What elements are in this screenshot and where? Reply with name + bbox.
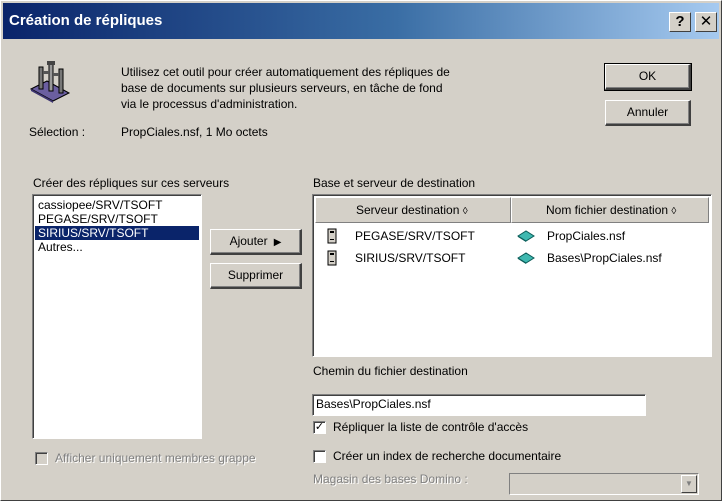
arrow-right-icon: ▶ xyxy=(270,237,282,248)
cancel-button[interactable]: Annuler xyxy=(605,100,691,126)
remove-button[interactable]: Supprimer xyxy=(210,263,302,289)
table-row[interactable]: PEGASE/SRV/TSOFT PropCiales.nsf xyxy=(315,225,719,247)
column-header-server[interactable]: Serveur destination ◊ xyxy=(315,197,511,223)
description-line-3: via le processus d'administration. xyxy=(121,97,298,111)
server-item-selected[interactable]: SIRIUS/SRV/TSOFT xyxy=(35,226,199,240)
replicate-acl-label: Répliquer la liste de contrôle d'accès xyxy=(333,420,529,434)
help-button[interactable]: ? xyxy=(669,12,691,32)
domino-store-label: Magasin des bases Domino : xyxy=(313,472,468,486)
replica-dialog: Création de répliques ? ✕ Utilisez cet o… xyxy=(0,0,722,501)
path-input[interactable]: Bases\PropCiales.nsf xyxy=(312,394,646,416)
server-icon xyxy=(327,250,337,269)
column-header-file-label: Nom fichier destination xyxy=(546,203,669,217)
table-row[interactable]: SIRIUS/SRV/TSOFT Bases\PropCiales.nsf xyxy=(315,247,719,269)
add-button[interactable]: Ajouter ▶ xyxy=(210,229,302,255)
domino-store-select[interactable]: ▼ xyxy=(509,473,699,495)
chevron-down-icon[interactable]: ▼ xyxy=(681,475,697,493)
description-line-2: base de documents sur plusieurs serveurs… xyxy=(121,81,443,95)
close-button[interactable]: ✕ xyxy=(695,12,717,32)
column-header-file[interactable]: Nom fichier destination ◊ xyxy=(511,197,709,223)
path-label: Chemin du fichier destination xyxy=(313,364,468,378)
destination-label: Base et serveur de destination xyxy=(313,176,476,190)
table-cell-file: PropCiales.nsf xyxy=(547,229,626,243)
servers-listbox[interactable]: cassiopee/SRV/TSOFT PEGASE/SRV/TSOFT SIR… xyxy=(32,194,202,439)
server-item[interactable]: PEGASE/SRV/TSOFT xyxy=(35,212,199,226)
selection-label: Sélection : xyxy=(29,125,86,139)
cluster-only-checkbox[interactable] xyxy=(35,452,48,465)
servers-list-label: Créer des répliques sur ces serveurs xyxy=(33,176,230,190)
ok-button[interactable]: OK xyxy=(604,63,692,91)
server-icon xyxy=(327,228,337,247)
description-line-1: Utilisez cet outil pour créer automatiqu… xyxy=(121,65,450,79)
table-cell-file: Bases\PropCiales.nsf xyxy=(547,251,662,265)
dialog-title: Création de répliques xyxy=(9,12,163,29)
selection-value: PropCiales.nsf, 1 Mo octets xyxy=(121,125,268,139)
fulltext-index-checkbox[interactable] xyxy=(313,450,326,463)
replicate-acl-checkbox[interactable]: ✓ xyxy=(313,421,326,434)
destination-table[interactable]: Serveur destination ◊ Nom fichier destin… xyxy=(312,194,712,357)
database-icon xyxy=(517,251,535,268)
add-button-label: Ajouter xyxy=(229,234,268,248)
fulltext-index-label: Créer un index de recherche documentaire xyxy=(333,449,562,463)
server-item[interactable]: cassiopee/SRV/TSOFT xyxy=(35,198,199,212)
sort-icon: ◊ xyxy=(671,206,677,217)
table-cell-server: PEGASE/SRV/TSOFT xyxy=(355,229,475,243)
title-bar: Création de répliques ? ✕ xyxy=(3,3,719,39)
server-item[interactable]: Autres... xyxy=(35,240,199,254)
replica-tool-icon xyxy=(29,59,73,103)
column-header-server-label: Serveur destination xyxy=(356,203,460,217)
table-cell-server: SIRIUS/SRV/TSOFT xyxy=(355,251,466,265)
checkmark-icon: ✓ xyxy=(314,421,325,433)
database-icon xyxy=(517,229,535,246)
cluster-only-label: Afficher uniquement membres grappe xyxy=(55,451,256,465)
sort-icon: ◊ xyxy=(462,206,468,217)
